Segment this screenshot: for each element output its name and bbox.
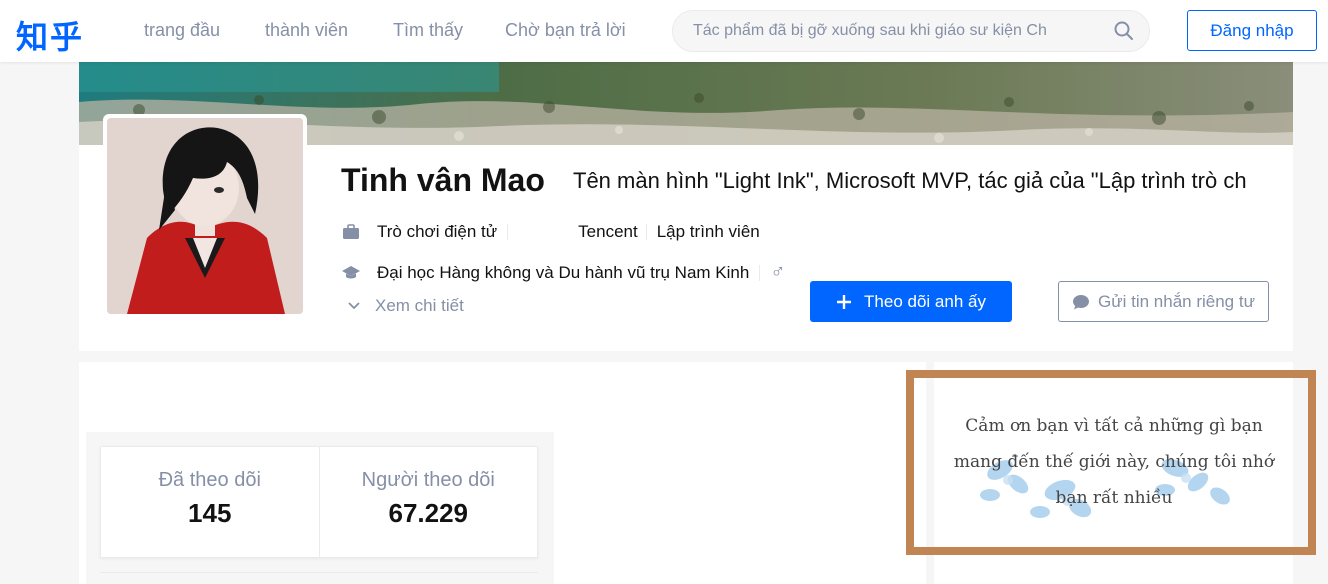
followers-stat[interactable]: Người theo dõi 67.229 xyxy=(318,447,538,557)
divider xyxy=(507,224,509,240)
following-count: 145 xyxy=(188,498,232,528)
follow-stats: Đã theo dõi 145 Người theo dõi 67.229 xyxy=(100,446,538,558)
followers-label: Người theo dõi xyxy=(361,469,495,491)
avatar-frame xyxy=(103,114,307,318)
gender-icon: ♂ xyxy=(770,261,786,283)
profile-name: Tinh vân Mao xyxy=(341,162,545,198)
profile-headline: Tên màn hình "Light Ink", Microsoft MVP,… xyxy=(573,168,1247,193)
company-text: Tencent xyxy=(578,222,638,241)
followers-count: 67.229 xyxy=(388,498,469,528)
briefcase-icon xyxy=(341,222,361,242)
nav-discover[interactable]: Tìm thấy xyxy=(393,20,463,41)
employment-row: Trò chơi điện tử Tencent Lập trình viên xyxy=(341,222,760,242)
search-input[interactable] xyxy=(693,20,1085,42)
sidebar-card xyxy=(934,570,1293,584)
profile-header-card: Tinh vân Mao Tên màn hình "Light Ink", M… xyxy=(79,62,1293,351)
search-icon[interactable] xyxy=(1113,20,1135,42)
chat-bubble-icon xyxy=(1073,294,1090,309)
search-box xyxy=(672,10,1150,52)
plus-icon xyxy=(837,294,852,309)
divider xyxy=(759,264,761,281)
nav-home[interactable]: trang đầu xyxy=(144,20,220,41)
follow-button[interactable]: Theo dõi anh ấy xyxy=(810,281,1012,322)
view-details-label: Xem chi tiết xyxy=(375,296,464,315)
follow-label: Theo dõi anh ấy xyxy=(864,291,986,311)
position-text: Lập trình viên xyxy=(656,222,760,241)
chevron-down-icon xyxy=(348,302,360,310)
avatar[interactable] xyxy=(107,118,303,314)
nav-members[interactable]: thành viên xyxy=(265,20,348,41)
zhihu-logo[interactable]: 知乎 xyxy=(16,12,84,58)
following-stat[interactable]: Đã theo dõi 145 xyxy=(101,447,319,557)
nav-waiting-answers[interactable]: Chờ bạn trả lời xyxy=(505,20,626,41)
highlight-frame xyxy=(906,370,1316,555)
view-details-link[interactable]: Xem chi tiết xyxy=(347,296,464,316)
top-navigation-bar: 知乎 trang đầu thành viên Tìm thấy Chờ bạn… xyxy=(0,0,1328,62)
divider xyxy=(100,572,538,573)
education-row: Đại học Hàng không và Du hành vũ trụ Nam… xyxy=(341,261,785,284)
login-button[interactable]: Đăng nhập xyxy=(1187,10,1317,51)
school-text: Đại học Hàng không và Du hành vũ trụ Nam… xyxy=(377,262,750,282)
following-label: Đã theo dõi xyxy=(158,469,261,491)
industry-text: Trò chơi điện tử xyxy=(377,222,498,241)
send-message-button[interactable]: Gửi tin nhắn riêng tư xyxy=(1058,281,1269,322)
graduation-cap-icon xyxy=(341,263,361,283)
divider xyxy=(645,224,647,240)
send-message-label: Gửi tin nhắn riêng tư xyxy=(1098,291,1255,311)
